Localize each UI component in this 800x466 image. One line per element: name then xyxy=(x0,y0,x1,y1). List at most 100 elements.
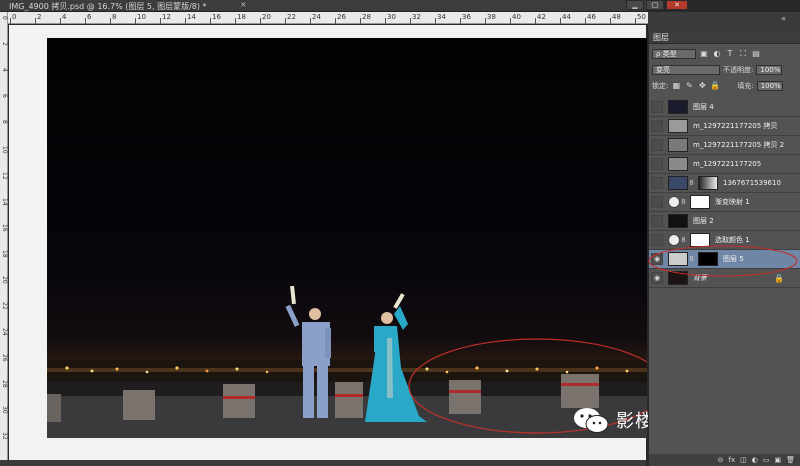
layer-thumbnail[interactable] xyxy=(668,119,688,133)
ruler-tick-label: 16 xyxy=(1,224,8,232)
opacity-field[interactable]: 100% xyxy=(756,64,783,75)
collapse-panels-icon[interactable]: « xyxy=(781,14,786,23)
wechat-logo-icon xyxy=(574,408,609,433)
lock-position-icon[interactable]: ✥ xyxy=(697,81,707,91)
smart-object-filter-icon[interactable]: ▤ xyxy=(751,49,761,59)
ruler-tick-mark xyxy=(185,18,186,24)
ruler-tick-label: 22 xyxy=(287,13,296,21)
ruler-tick-label: 30 xyxy=(1,406,8,414)
shape-filter-icon[interactable]: ⛶ xyxy=(738,49,748,59)
ruler-tick-label: 26 xyxy=(337,13,346,21)
eye-hidden-icon[interactable] xyxy=(651,139,663,151)
ruler-tick-label: 12 xyxy=(1,172,8,180)
ruler-tick-mark xyxy=(35,18,36,24)
blend-mode-select[interactable]: 变亮 xyxy=(652,64,720,75)
lock-row: 锁定: ▦ ✎ ✥ 🔒 填充: 100% xyxy=(649,79,800,92)
ruler-tick-mark xyxy=(410,18,411,24)
minimize-icon[interactable]: ▁ xyxy=(626,0,644,10)
ruler-tick-label: 22 xyxy=(1,302,8,310)
layer-row[interactable]: m_1297221177205 xyxy=(649,155,800,174)
status-bar xyxy=(0,460,646,466)
add-mask-icon[interactable]: ◫ xyxy=(740,456,747,464)
eye-hidden-icon[interactable] xyxy=(651,177,663,189)
ruler-tick-label: 20 xyxy=(262,13,271,21)
fill-field[interactable]: 100% xyxy=(756,80,783,91)
layer-thumbnail[interactable] xyxy=(668,157,688,171)
lock-all-icon[interactable]: 🔒 xyxy=(710,81,720,91)
layer-row[interactable]: 图层 2 xyxy=(649,212,800,231)
ruler-tick-label: 8 xyxy=(1,120,8,124)
ruler-tick-label: 28 xyxy=(1,380,8,388)
ruler-tick-label: 18 xyxy=(237,13,246,21)
lock-transparency-icon[interactable]: ▦ xyxy=(671,81,681,91)
mask-link-icon[interactable]: 8 xyxy=(680,198,687,206)
ruler-tick-label: 4 xyxy=(62,13,67,21)
ruler-tick-label: 24 xyxy=(312,13,321,21)
panel-dock-header: « xyxy=(648,12,800,32)
layer-thumbnail[interactable] xyxy=(668,138,688,152)
new-layer-icon[interactable]: ▣ xyxy=(774,456,781,464)
layers-panel-title: 图层 xyxy=(653,33,669,42)
ruler-tick-mark xyxy=(610,18,611,24)
layer-thumbnail[interactable] xyxy=(668,214,688,228)
ruler-tick-label: 16 xyxy=(212,13,221,21)
vertical-ruler[interactable]: 0 2 4 6 8 10 12 14 16 18 20 22 24 26 28 30 32 xyxy=(0,12,8,462)
layer-name: m_1297221177205 拷贝 2 xyxy=(693,141,785,149)
layer-name: 图层 4 xyxy=(693,103,714,111)
lock-label: 锁定: xyxy=(652,81,669,90)
mask-link-icon[interactable]: 8 xyxy=(688,179,695,187)
ruler-tick-label: 44 xyxy=(562,13,571,21)
ruler-tick-mark xyxy=(10,18,11,24)
ruler-tick-mark xyxy=(60,18,61,24)
close-window-icon[interactable]: ✕ xyxy=(666,0,688,10)
layer-name: 渐变映射 1 xyxy=(715,198,750,206)
filter-type-select[interactable]: ρ 类型 xyxy=(652,48,696,59)
pixel-filter-icon[interactable]: ▣ xyxy=(699,49,709,59)
adjustment-filter-icon[interactable]: ◐ xyxy=(712,49,722,59)
ruler-tick-label: 6 xyxy=(87,13,92,21)
ruler-tick-mark xyxy=(210,18,211,24)
ruler-tick-label: 24 xyxy=(1,328,8,336)
eye-hidden-icon[interactable] xyxy=(651,196,663,208)
ruler-tick-label: 0 xyxy=(12,13,17,21)
ruler-tick-mark xyxy=(135,18,136,24)
ruler-tick-label: 2 xyxy=(37,13,42,21)
canvas-area[interactable] xyxy=(9,25,647,462)
link-layers-icon[interactable]: ⊝ xyxy=(718,456,724,464)
layer-row[interactable]: 8 渐变映射 1 xyxy=(649,193,800,212)
adjustment-layer-icon xyxy=(668,196,680,208)
horizontal-ruler[interactable]: 0 2 4 6 8 10 12 14 16 18 20 22 24 26 28 30 32 34 36 38 40 42 4… xyxy=(8,12,688,24)
layer-row[interactable]: 图层 4 xyxy=(649,98,800,117)
document-tab[interactable]: IMG_4900 拷贝.psd @ 16.7% (图层 5, 图层蒙版/8) *… xyxy=(0,0,646,12)
layer-mask-thumbnail[interactable] xyxy=(690,195,710,209)
eye-hidden-icon[interactable] xyxy=(651,101,663,113)
ruler-tick-mark xyxy=(510,18,511,24)
layer-row[interactable]: m_1297221177205 拷贝 xyxy=(649,117,800,136)
layer-thumbnail[interactable] xyxy=(668,100,688,114)
eye-hidden-icon[interactable] xyxy=(651,158,663,170)
eye-hidden-icon[interactable] xyxy=(651,215,663,227)
ruler-tick-mark xyxy=(435,18,436,24)
ruler-tick-mark xyxy=(560,18,561,24)
new-group-icon[interactable]: ▭ xyxy=(763,456,770,464)
new-adjustment-icon[interactable]: ◐ xyxy=(752,456,758,464)
layer-thumbnail[interactable] xyxy=(668,176,688,190)
layer-mask-thumbnail[interactable] xyxy=(698,176,718,190)
document-photo[interactable] xyxy=(47,38,647,438)
ruler-tick-label: 32 xyxy=(412,13,421,21)
maximize-icon[interactable]: ▢ xyxy=(646,0,664,10)
lock-pixels-icon[interactable]: ✎ xyxy=(684,81,694,91)
layer-row[interactable]: m_1297221177205 拷贝 2 xyxy=(649,136,800,155)
layer-row[interactable]: 8 1367671539610 xyxy=(649,174,800,193)
ruler-tick-label: 18 xyxy=(1,250,8,258)
fill-label: 填充: xyxy=(737,81,754,90)
delete-layer-icon[interactable]: 🗑 xyxy=(786,456,795,464)
eye-hidden-icon[interactable] xyxy=(651,120,663,132)
layer-style-icon[interactable]: fx xyxy=(729,456,736,464)
layers-panel-tab[interactable]: 图层 xyxy=(649,32,800,44)
ruler-tick-mark xyxy=(335,18,336,24)
type-filter-icon[interactable]: T xyxy=(725,49,735,59)
close-tab-icon[interactable]: × xyxy=(240,0,247,9)
layer-name: 1367671539610 xyxy=(723,179,781,187)
ruler-tick-label: 4 xyxy=(1,68,8,72)
